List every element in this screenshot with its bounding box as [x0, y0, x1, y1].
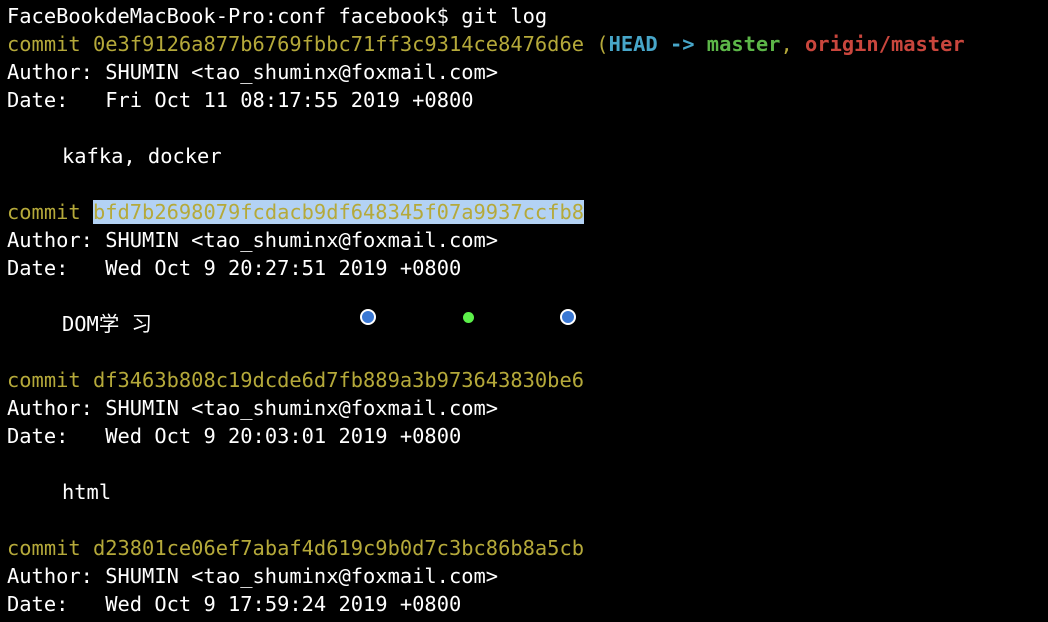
author-value: SHUMIN <tao_shuminx@foxmail.com> — [105, 60, 499, 84]
selection-handle-end[interactable] — [560, 309, 576, 325]
commit-label: commit — [7, 536, 81, 560]
date-value: Wed Oct 9 17:59:24 2019 +0800 — [105, 592, 462, 616]
selection-midpoint-dot — [463, 312, 474, 323]
date-value: Wed Oct 9 20:27:51 2019 +0800 — [105, 256, 462, 280]
commit-label: commit — [7, 368, 81, 392]
prompt-host: FaceBookdeMacBook-Pro:conf facebook$ — [7, 4, 449, 28]
date-label: Date: — [7, 592, 69, 616]
date-line: Date: Wed Oct 9 20:03:01 2019 +0800 — [7, 422, 1048, 450]
head-ref: HEAD -> — [608, 32, 707, 56]
prompt-command: git log — [461, 4, 548, 28]
commit-hash[interactable]: d23801ce06ef7abaf4d619c9b0d7c3bc86b8a5cb — [93, 536, 584, 560]
author-line: Author: SHUMIN <tao_shuminx@foxmail.com> — [7, 58, 1048, 86]
refs-open: ( — [596, 32, 609, 56]
commit-message: html — [62, 480, 112, 504]
commit-message: kafka, docker — [62, 144, 222, 168]
author-label: Author: — [7, 564, 93, 588]
prompt-line: FaceBookdeMacBook-Pro:conf facebook$ git… — [7, 2, 1048, 30]
selection-handle-start[interactable] — [360, 309, 376, 325]
commit-label: commit — [7, 200, 81, 224]
author-label: Author: — [7, 228, 93, 252]
commit-line: commit df3463b808c19dcde6d7fb889a3b97364… — [7, 366, 1048, 394]
author-value: SHUMIN <tao_shuminx@foxmail.com> — [105, 396, 499, 420]
author-value: SHUMIN <tao_shuminx@foxmail.com> — [105, 564, 499, 588]
date-line: Date: Wed Oct 9 17:59:24 2019 +0800 — [7, 590, 1048, 618]
commit-hash[interactable]: 0e3f9126a877b6769fbbc71ff3c9314ce8476d6e — [93, 32, 584, 56]
author-value: SHUMIN <tao_shuminx@foxmail.com> — [105, 228, 499, 252]
date-label: Date: — [7, 256, 69, 280]
author-line: Author: SHUMIN <tao_shuminx@foxmail.com> — [7, 226, 1048, 254]
author-line: Author: SHUMIN <tao_shuminx@foxmail.com> — [7, 394, 1048, 422]
author-label: Author: — [7, 60, 93, 84]
date-value: Fri Oct 11 08:17:55 2019 +0800 — [105, 88, 474, 112]
refs-separator: , — [780, 32, 806, 56]
date-label: Date: — [7, 88, 69, 112]
commit-hash-selected[interactable]: bfd7b2698079fcdacb9df648345f07a9937ccfb8 — [92, 200, 585, 224]
remote-ref: origin/master — [805, 32, 965, 56]
branch-ref: master — [706, 32, 781, 56]
date-label: Date: — [7, 424, 69, 448]
commit-line: commit bfd7b2698079fcdacb9df648345f07a99… — [7, 198, 1048, 226]
commit-hash[interactable]: df3463b808c19dcde6d7fb889a3b973643830be6 — [93, 368, 584, 392]
commit-label: commit — [7, 32, 81, 56]
author-line: Author: SHUMIN <tao_shuminx@foxmail.com> — [7, 562, 1048, 590]
date-line: Date: Wed Oct 9 20:27:51 2019 +0800 — [7, 254, 1048, 282]
commit-line: commit 0e3f9126a877b6769fbbc71ff3c9314ce… — [7, 30, 1048, 58]
date-value: Wed Oct 9 20:03:01 2019 +0800 — [105, 424, 462, 448]
date-line: Date: Fri Oct 11 08:17:55 2019 +0800 — [7, 86, 1048, 114]
commit-line: commit d23801ce06ef7abaf4d619c9b0d7c3bc8… — [7, 534, 1048, 562]
author-label: Author: — [7, 396, 93, 420]
terminal-window[interactable]: FaceBookdeMacBook-Pro:conf facebook$ git… — [0, 0, 1048, 622]
commit-message: DOM学 习 — [62, 312, 152, 336]
